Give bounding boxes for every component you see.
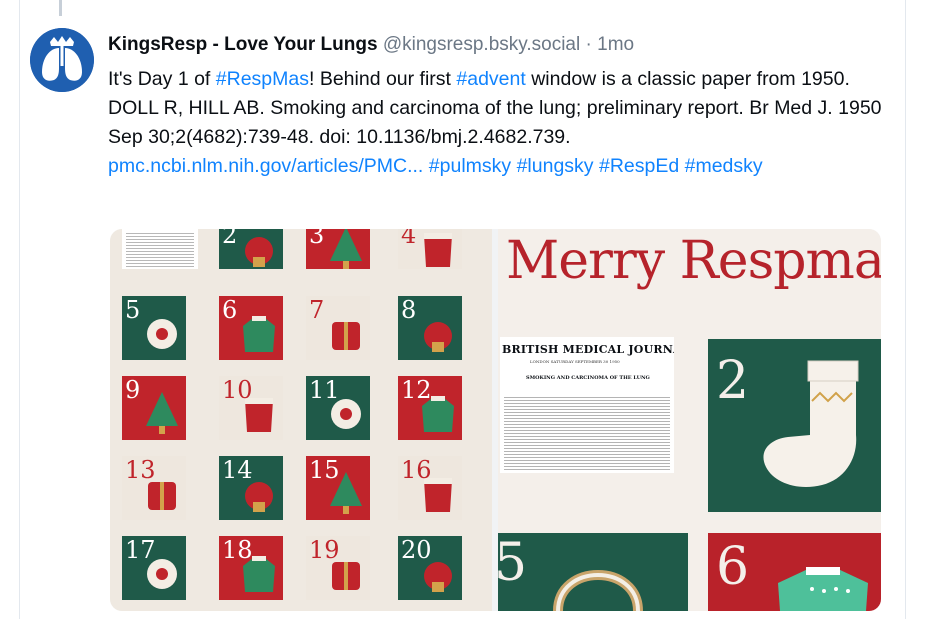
post-header: KingsResp - Love Your Lungs @kingsresp.b… [108,34,634,56]
bmj-paper-thumbnail: BRITISH MEDICAL JOURNAL LONDON SATURDAY … [500,337,674,473]
calendar-day-number: 13 [125,456,156,484]
journal-title: BRITISH MEDICAL JOURNAL [502,343,674,356]
calendar-tile-3: 3 [306,229,370,269]
avatar[interactable] [30,28,94,92]
calendar-day-number: 7 [309,296,325,324]
calendar-tile-9: 9 [122,376,186,440]
calendar-day-number: 10 [222,376,253,404]
calendar-tile-19: 19 [306,536,370,600]
calendar-day-number: 4 [401,229,417,249]
hashtag-pulmsky[interactable]: #pulmsky [429,155,511,177]
big-tile-2: 2 [708,339,881,512]
post-text-segment: ! Behind our first [308,68,457,90]
post-text-segment: It's Day 1 of [108,68,216,90]
calendar-day-number: 19 [309,536,340,564]
post-card[interactable]: KingsResp - Love Your Lungs @kingsresp.b… [20,14,905,619]
calendar-tile-4: 4 [398,229,462,269]
merry-respmas-heading: Merry Respmas [506,231,881,291]
calendar-day-number: 18 [222,536,253,564]
calendar-day-number: 9 [125,376,141,404]
calendar-tile-14: 14 [219,456,283,520]
calendar-day-number: 17 [125,536,156,564]
calendar-day-number: 15 [309,456,340,484]
header-separator: · [585,34,592,55]
calendar-day-number: 2 [222,229,238,249]
calendar-day-number: 6 [222,296,238,324]
calendar-day-number: 12 [401,376,432,404]
big-tile-6: 6 [708,533,881,611]
calendar-tile-1 [122,229,198,269]
pmc-article-link[interactable]: pmc.ncbi.nlm.nih.gov/articles/PMC... [108,155,423,177]
calendar-tile-5: 5 [122,296,186,360]
calendar-tile-8: 8 [398,296,462,360]
lungs-crown-logo-icon [30,28,94,92]
calendar-tile-7: 7 [306,296,370,360]
earmuffs-icon [553,570,643,611]
image-gallery: 2 3 4 5 6 7 8 9 10 11 12 13 14 15 16 17 18 19 20 Merry Res… [110,229,881,611]
merry-respmas-image[interactable]: Merry Respmas BRITISH MEDICAL JOURNAL LO… [498,229,881,611]
calendar-tile-18: 18 [219,536,283,600]
hashtag-advent[interactable]: #advent [456,68,525,90]
thread-rule-right [905,0,906,619]
sweater-icon [778,567,868,611]
calendar-day-number: 11 [309,376,340,404]
calendar-day-number: 14 [222,456,253,484]
calendar-day-number: 16 [401,456,432,484]
display-name[interactable]: KingsResp - Love Your Lungs [108,34,378,55]
sock-icon [763,360,859,487]
post-timestamp[interactable]: 1mo [597,34,634,55]
hashtag-lungsky[interactable]: #lungsky [517,155,594,177]
calendar-tile-12: 12 [398,376,462,440]
calendar-tile-2: 2 [219,229,283,269]
calendar-tile-13: 13 [122,456,186,520]
calendar-tile-10: 10 [219,376,283,440]
advent-calendar-image[interactable]: 2 3 4 5 6 7 8 9 10 11 12 13 14 15 16 17 18 19 20 [110,229,492,611]
calendar-tile-16: 16 [398,456,462,520]
calendar-tile-20: 20 [398,536,462,600]
calendar-day-number: 8 [401,296,417,324]
calendar-tile-17: 17 [122,536,186,600]
post-text: It's Day 1 of #RespMas! Behind our first… [108,65,888,181]
journal-date: LONDON SATURDAY SEPTEMBER 30 1950 [530,359,620,364]
hashtag-medsky[interactable]: #medsky [685,155,763,177]
calendar-day-number: 5 [125,296,141,324]
journal-body-text [504,397,670,471]
hashtag-resped[interactable]: #RespEd [599,155,679,177]
calendar-day-number: 20 [401,536,432,564]
big-tile-5: 5 [498,533,688,611]
calendar-day-number: 3 [309,229,325,249]
hashtag-respmas[interactable]: #RespMas [216,68,309,90]
calendar-tile-11: 11 [306,376,370,440]
calendar-tile-6: 6 [219,296,283,360]
calendar-tile-15: 15 [306,456,370,520]
handle[interactable]: @kingsresp.bsky.social [383,34,580,55]
journal-article-title: SMOKING AND CARCINOMA OF THE LUNG [526,375,650,381]
